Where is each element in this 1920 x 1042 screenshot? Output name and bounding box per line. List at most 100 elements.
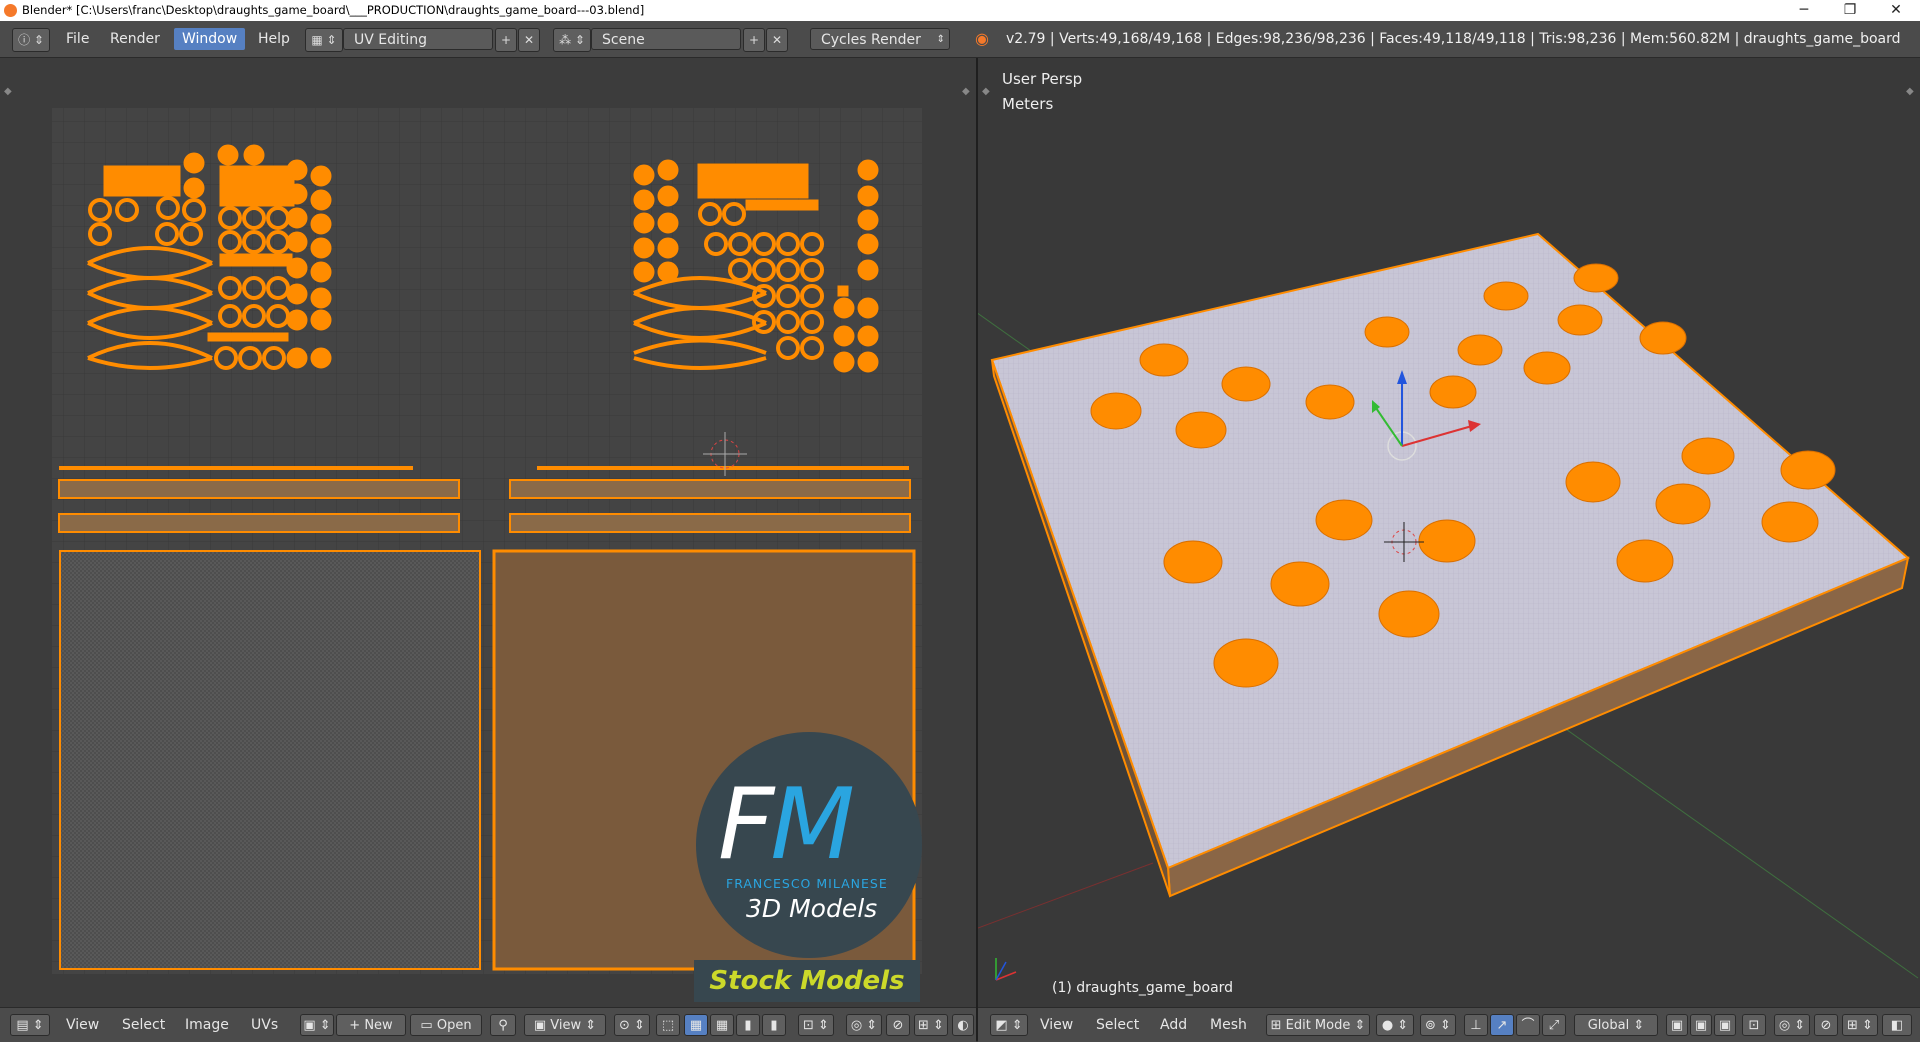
arrow-icon: ↗ xyxy=(1496,1018,1508,1033)
pivot-icon: ⊚ ⇕ xyxy=(1425,1018,1451,1033)
face-select-mode-button[interactable]: ▣ xyxy=(1714,1014,1736,1036)
limit-selection-button[interactable]: ⊡ xyxy=(1742,1014,1766,1036)
snap-toggle-button[interactable]: ⊘ xyxy=(1814,1014,1838,1036)
updown-arrow-icon: ⇕ xyxy=(936,34,945,45)
maximize-button[interactable]: ❐ xyxy=(1827,0,1873,21)
island-select-icon: ▮ xyxy=(770,1018,778,1033)
transform-orientation-dropdown[interactable]: Global ⇕ xyxy=(1574,1014,1658,1036)
proportional-edit-button[interactable]: ◎ ⇕ xyxy=(846,1014,882,1036)
sync-icon: ⊞ ⇕ xyxy=(918,1018,944,1033)
pin-button[interactable]: ⚲ xyxy=(490,1014,516,1036)
region-toggle-icon[interactable]: ◆ xyxy=(962,86,970,97)
uv-menu-view[interactable]: View xyxy=(66,1014,99,1036)
interaction-mode-label: Edit Mode xyxy=(1285,1018,1351,1033)
window-title: Blender* [C:\Users\franc\Desktop\draught… xyxy=(22,3,645,17)
image-browse-button[interactable]: ▣ ⇕ xyxy=(300,1014,334,1036)
scene-icon: ⁂ ⇕ xyxy=(559,33,585,47)
pivot-button[interactable]: ⊙ ⇕ xyxy=(614,1014,650,1036)
scene-statistics: v2.79 | Verts:49,168/49,168 | Edges:98,2… xyxy=(1006,31,1901,47)
view-mode-icon: ▣ xyxy=(533,1018,551,1033)
updown-arrow-icon: ⇕ xyxy=(1629,1018,1645,1033)
uv-editor-type-button[interactable]: ▤ ⇕ xyxy=(10,1014,50,1036)
blender-logo-icon xyxy=(4,4,17,17)
3d-viewport[interactable]: User Persp Meters (1) draughts_game_boar… xyxy=(978,58,1920,1007)
rotate-icon: ⌒ xyxy=(1521,1018,1535,1033)
window-titlebar: Blender* [C:\Users\franc\Desktop\draught… xyxy=(0,0,1920,21)
edge-select-mode-button[interactable]: ▣ xyxy=(1690,1014,1712,1036)
viewport-scene[interactable]: ◆ ◆ xyxy=(978,58,1920,1007)
scene-add-button[interactable]: + xyxy=(743,28,765,52)
snap-element-button[interactable]: ⊞ ⇕ xyxy=(1842,1014,1878,1036)
sticky-selection-button[interactable]: ⬚ xyxy=(656,1014,680,1036)
uv-menu-uvs[interactable]: UVs xyxy=(251,1014,278,1036)
open-image-button[interactable]: ▭ Open xyxy=(410,1014,482,1036)
manipulator-toggle-button[interactable]: ⊥ xyxy=(1464,1014,1488,1036)
rotate-manipulator-button[interactable]: ⌒ xyxy=(1516,1014,1540,1036)
3d-view-icon: ◩ ⇕ xyxy=(995,1018,1023,1033)
render-engine-label: Cycles Render xyxy=(821,32,921,48)
uv-island-select-button[interactable]: ▮ xyxy=(762,1014,786,1036)
new-image-button[interactable]: + New xyxy=(336,1014,406,1036)
scene-delete-button[interactable]: ✕ xyxy=(766,28,788,52)
fm-logo-watermark: FM FRANCESCO MILANESE 3D Models xyxy=(696,732,922,958)
region-toggle-icon[interactable]: ◆ xyxy=(1906,86,1914,97)
snap-icon: ⊞ ⇕ xyxy=(1847,1018,1873,1033)
edge-select-icon: ▣ xyxy=(1694,1018,1708,1033)
folder-icon: ▭ xyxy=(420,1018,437,1033)
viewport-shading-button[interactable]: ● ⇕ xyxy=(1376,1014,1414,1036)
scale-manipulator-button[interactable]: ⤢ xyxy=(1542,1014,1566,1036)
stock-models-badge: Stock Models xyxy=(694,960,920,1002)
logo-initial-m: M xyxy=(770,768,855,882)
info-editor-type-button[interactable]: ⓘ ⇕ xyxy=(12,28,50,52)
menu-help[interactable]: Help xyxy=(250,28,298,50)
render-engine-dropdown[interactable]: Cycles Render ⇕ xyxy=(810,28,950,50)
scene-browse-button[interactable]: ⁂ ⇕ xyxy=(553,28,591,52)
uv-face-select-button[interactable]: ▮ xyxy=(736,1014,760,1036)
menu-file[interactable]: File xyxy=(58,28,97,50)
vp-menu-select[interactable]: Select xyxy=(1096,1014,1139,1036)
menu-render[interactable]: Render xyxy=(102,28,168,50)
proportional-icon: ◎ ⇕ xyxy=(1778,1018,1806,1033)
mode-dropdown[interactable]: ▣ View ⇕ xyxy=(524,1014,606,1036)
region-toggle-icon[interactable]: ◆ xyxy=(982,86,990,97)
menu-window[interactable]: Window xyxy=(174,28,246,50)
render-preview-button[interactable]: ◧ xyxy=(1882,1014,1912,1036)
region-toggle-icon[interactable]: ◆ xyxy=(4,86,12,97)
close-icon: ✕ xyxy=(771,33,783,47)
uv-menu-image[interactable]: Image xyxy=(185,1014,229,1036)
mode-label: View xyxy=(550,1018,582,1033)
screen-delete-button[interactable]: ✕ xyxy=(518,28,540,52)
proportional-icon: ◎ ⇕ xyxy=(850,1018,878,1033)
uv-vertex-select-button[interactable]: ▦ xyxy=(684,1014,708,1036)
info-icon: ⓘ ⇕ xyxy=(18,33,44,47)
image-editor-icon: ▤ ⇕ xyxy=(16,1018,44,1033)
snap-element-button[interactable]: ⊡ ⇕ xyxy=(798,1014,834,1036)
image-icon: ▣ ⇕ xyxy=(303,1018,331,1033)
uv-image-editor[interactable]: ◆ ◆ FM FRANCESCO MILANESE 3D Models Stoc… xyxy=(0,58,976,1007)
uv-sculpt-button[interactable]: ⊘ xyxy=(886,1014,910,1036)
uv-editor-header: ▤ ⇕ View Select Image UVs ▣ ⇕ + New ▭ Op… xyxy=(0,1007,976,1042)
scene-field[interactable]: Scene xyxy=(591,28,741,50)
vertex-select-mode-button[interactable]: ▣ xyxy=(1666,1014,1688,1036)
vp-menu-add[interactable]: Add xyxy=(1160,1014,1187,1036)
screen-layout-field[interactable]: UV Editing xyxy=(343,28,493,50)
pivot-point-button[interactable]: ⊚ ⇕ xyxy=(1420,1014,1456,1036)
overlay-button[interactable]: ◐ xyxy=(952,1014,974,1036)
close-button[interactable]: ✕ xyxy=(1873,0,1919,21)
uv-board-top-face xyxy=(59,550,481,970)
translate-manipulator-button[interactable]: ↗ xyxy=(1490,1014,1514,1036)
vp-menu-view[interactable]: View xyxy=(1040,1014,1073,1036)
uv-edge-select-button[interactable]: ▦ xyxy=(710,1014,734,1036)
3d-view-editor-type-button[interactable]: ◩ ⇕ xyxy=(990,1014,1028,1036)
screen-layout-browse-button[interactable]: ▦ ⇕ xyxy=(305,28,343,52)
screen-add-button[interactable]: + xyxy=(495,28,517,52)
sync-selection-button[interactable]: ⊞ ⇕ xyxy=(914,1014,948,1036)
vp-menu-mesh[interactable]: Mesh xyxy=(1210,1014,1247,1036)
logo-name: FRANCESCO MILANESE xyxy=(726,876,888,891)
minimize-button[interactable]: ─ xyxy=(1781,0,1827,21)
interaction-mode-dropdown[interactable]: ⊞ Edit Mode ⇕ xyxy=(1266,1014,1370,1036)
pivot-icon: ⊙ ⇕ xyxy=(619,1018,645,1033)
proportional-edit-button[interactable]: ◎ ⇕ xyxy=(1774,1014,1810,1036)
plus-icon: + xyxy=(748,33,760,47)
uv-menu-select[interactable]: Select xyxy=(122,1014,165,1036)
